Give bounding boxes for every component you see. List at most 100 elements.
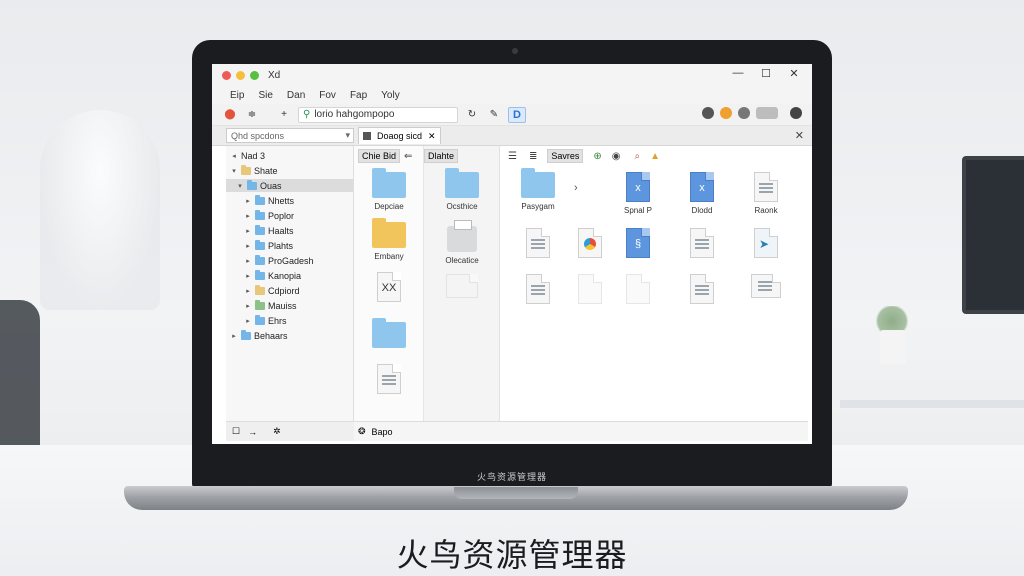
file-item[interactable]: ➤ bbox=[738, 228, 794, 262]
tag-icon[interactable]: ▲ bbox=[650, 151, 660, 162]
sidebar-item-label: Shate bbox=[254, 165, 278, 176]
target-icon[interactable]: ◉ bbox=[612, 151, 621, 162]
status-bar: ❂ Bapo bbox=[354, 421, 808, 441]
chrome-icon bbox=[584, 238, 596, 250]
file-item[interactable]: Pasygam bbox=[510, 168, 566, 211]
file-item[interactable] bbox=[434, 274, 490, 302]
sidebar-item-2[interactable]: ▾ Ouas bbox=[226, 179, 353, 192]
file-item[interactable] bbox=[510, 228, 566, 262]
pane-close-icon[interactable]: ✕ bbox=[795, 129, 804, 142]
detail-view-icon[interactable]: ≣ bbox=[529, 151, 537, 162]
sidebar-item-5[interactable]: ▸ Haalts bbox=[244, 224, 294, 237]
search-input[interactable]: Qhd spcdons ▾ bbox=[226, 128, 354, 143]
file-item[interactable] bbox=[738, 274, 794, 302]
caret-icon: ▾ bbox=[232, 167, 236, 175]
tab-close-icon[interactable]: ✕ bbox=[428, 131, 436, 142]
menu-item-4[interactable]: Fov bbox=[319, 90, 336, 101]
menu-item-1[interactable]: Eip bbox=[230, 90, 244, 101]
menu-bar: Eip Sie Dan Fov Fap Yoly bbox=[212, 86, 812, 104]
panel-toggle-icon[interactable]: ☐ bbox=[232, 426, 240, 437]
minimize-dot-button[interactable] bbox=[236, 70, 245, 80]
forward-button[interactable]: ≑ bbox=[244, 107, 260, 123]
edit-icon[interactable]: ✎ bbox=[486, 107, 502, 123]
column-3-button[interactable]: Savres bbox=[547, 149, 584, 163]
column-pane-3: ☰ ≣ Savres ⊕ ◉ ⌕ ▲ Pasygam › x Spnal P x… bbox=[500, 146, 808, 421]
sidebar-item-12[interactable]: ▸ Behaars bbox=[230, 329, 288, 342]
folder-icon bbox=[255, 254, 265, 265]
sidebar-item-11[interactable]: ▸ Ehrs bbox=[244, 314, 287, 327]
file-item[interactable] bbox=[674, 228, 730, 262]
gear-icon[interactable] bbox=[738, 107, 750, 119]
file-item[interactable]: Ocsthice bbox=[434, 168, 490, 211]
file-item[interactable]: x Dlodd bbox=[674, 172, 730, 215]
close-dot-button[interactable] bbox=[222, 70, 231, 80]
address-text: lorio hahgompopo bbox=[314, 109, 395, 120]
sidebar-item-10[interactable]: ▸ Mauiss bbox=[244, 299, 297, 312]
list-view-icon[interactable]: ☰ bbox=[508, 151, 517, 162]
file-item[interactable] bbox=[610, 274, 666, 308]
tab-active[interactable]: Doaog sicd ✕ bbox=[358, 127, 441, 144]
caret-icon: ▸ bbox=[246, 212, 250, 220]
zoom-icon[interactable]: ⊕ bbox=[593, 151, 601, 162]
snowflake-icon[interactable]: ✲ bbox=[273, 426, 281, 437]
menu-item-2[interactable]: Sie bbox=[258, 90, 272, 101]
minimize-button[interactable]: — bbox=[730, 67, 746, 79]
sidebar-item-label: Poplor bbox=[268, 210, 295, 221]
refresh-button[interactable]: ↻ bbox=[464, 107, 480, 123]
sidebar-item-3[interactable]: ▸ Nhetts bbox=[244, 194, 294, 207]
menu-item-3[interactable]: Dan bbox=[287, 90, 305, 101]
document-icon bbox=[526, 274, 550, 304]
sidebar-item-label: Haalts bbox=[268, 225, 294, 236]
column-2-button[interactable]: Dlahte bbox=[424, 149, 459, 163]
file-item[interactable]: Embany bbox=[361, 218, 417, 261]
address-bar[interactable]: ⚲ lorio hahgompopo bbox=[298, 106, 458, 123]
maximize-button[interactable]: ☐ bbox=[758, 67, 774, 80]
view-dropdown[interactable] bbox=[756, 107, 778, 119]
sidebar-item-7[interactable]: ▸ ProGadesh bbox=[244, 254, 314, 267]
arrow-right-icon[interactable]: → bbox=[248, 427, 257, 437]
file-item[interactable]: § bbox=[610, 228, 666, 262]
folder-icon bbox=[372, 168, 406, 198]
column-1-button[interactable]: Chie Bid bbox=[358, 149, 401, 163]
file-item[interactable]: x Spnal P bbox=[610, 172, 666, 215]
settings-icon[interactable] bbox=[702, 107, 714, 119]
file-item[interactable] bbox=[361, 364, 417, 398]
document-icon bbox=[690, 228, 714, 258]
menu-item-5[interactable]: Fap bbox=[350, 90, 367, 101]
page-caption: 火鸟资源管理器 bbox=[396, 536, 628, 574]
file-item[interactable] bbox=[510, 274, 566, 308]
sidebar-item-4[interactable]: ▸ Poplor bbox=[244, 209, 294, 222]
sidebar-item-1[interactable]: ▾ Shate bbox=[230, 164, 278, 177]
close-button[interactable]: ✕ bbox=[786, 67, 802, 80]
sidebar-item-9[interactable]: ▸ Cdpiord bbox=[244, 284, 300, 297]
eye-icon[interactable] bbox=[790, 107, 802, 119]
sidebar-item-6[interactable]: ▸ Plahts bbox=[244, 239, 293, 252]
folder-icon bbox=[241, 329, 251, 340]
document-glyph: § bbox=[634, 238, 642, 250]
file-item[interactable]: XX bbox=[361, 272, 417, 306]
file-item[interactable] bbox=[674, 274, 730, 308]
document-icon bbox=[626, 274, 650, 304]
sidebar-item-8[interactable]: ▸ Kanopia bbox=[244, 269, 301, 282]
document-icon: x bbox=[690, 172, 714, 202]
quick-access-button[interactable]: D bbox=[508, 106, 526, 123]
color-icon[interactable] bbox=[720, 107, 732, 119]
file-label: Raonk bbox=[754, 206, 778, 215]
arrow-left-icon[interactable]: ⇐ bbox=[404, 151, 412, 162]
menu-item-6[interactable]: Yoly bbox=[381, 90, 400, 101]
file-item[interactable]: Depciae bbox=[361, 168, 417, 211]
file-item[interactable] bbox=[361, 318, 417, 352]
search-icon[interactable]: ⌕ bbox=[635, 151, 641, 162]
file-item[interactable]: Olecatice bbox=[434, 220, 490, 265]
folder-icon bbox=[255, 239, 265, 250]
chevron-down-icon[interactable]: ▾ bbox=[345, 130, 350, 141]
file-item[interactable]: Raonk bbox=[738, 172, 794, 215]
add-tab-button[interactable]: + bbox=[276, 107, 292, 123]
folder-icon bbox=[255, 299, 265, 310]
back-button[interactable]: ⬤ bbox=[222, 107, 238, 123]
laptop-screen: Xd — ☐ ✕ Eip Sie Dan Fov Fap Yoly ⬤ ≑ + … bbox=[212, 64, 812, 444]
sidebar-header[interactable]: ◂ Nad 3 bbox=[230, 149, 265, 162]
column-3-header: ☰ ≣ Savres ⊕ ◉ ⌕ ▲ bbox=[508, 148, 660, 164]
printer-icon bbox=[447, 220, 477, 252]
zoom-dot-button[interactable] bbox=[250, 70, 259, 80]
